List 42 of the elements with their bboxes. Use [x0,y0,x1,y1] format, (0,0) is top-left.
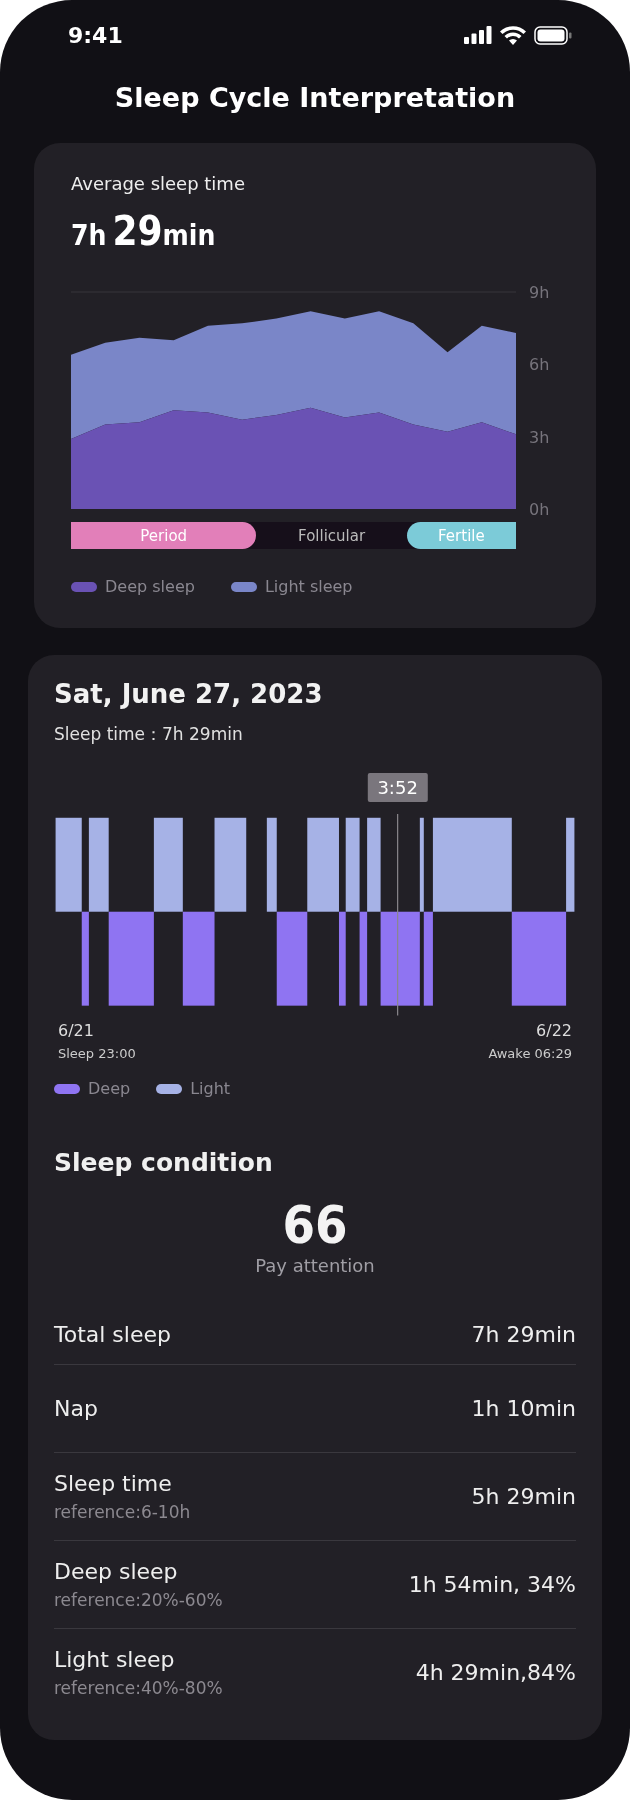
metric-value: 1h 10min [471,1396,576,1421]
section-title: Sleep condition [54,1148,274,1177]
end-date: 6/22 [536,1021,572,1040]
axis-tick-label: 3h [529,427,550,447]
sleep-start-time: Sleep 23:00 [58,1046,136,1061]
signal-icon [464,26,492,44]
cycle-phase: Fertile [406,522,516,549]
wifi-icon [500,25,526,45]
axis-tick-label: 6h [529,355,550,375]
wake-time: Awake 06:29 [488,1046,572,1061]
legend-label: Light [190,1079,231,1098]
average-label: Average sleep time [71,173,246,194]
sleep-time-summary: Sleep time：7h 29min [54,723,244,746]
axis-tick-label: 0h [529,500,550,519]
average-minutes: 29 [112,208,163,254]
metric-label: Nap [54,1396,98,1421]
average-hours: 7h [71,219,107,252]
time-tooltip: 3:52 [367,773,428,802]
date-title: Sat, June 27, 2023 [54,679,324,709]
metric-value: 5h 29min [471,1484,576,1509]
metric-label: Deep sleep [54,1559,179,1584]
reference-range: reference:20%-60% [54,1590,223,1610]
battery-icon [534,25,572,45]
cycle-phase: Period [71,522,257,549]
metric-label: Total sleep [54,1321,171,1347]
metric-value: 7h 29min [471,1321,576,1347]
metric-label: Light sleep [54,1647,176,1672]
sleep-score: 66 [281,1195,349,1255]
metric-value: 4h 29min,84% [415,1660,576,1685]
metric-value: 1h 54min, 34% [408,1572,576,1597]
legend-label: Deep sleep [105,577,195,596]
score-label: Pay attention [254,1255,376,1276]
reference-range: reference:40%-80% [54,1678,223,1698]
status-time: 9:41 [68,22,123,48]
reference-range: reference:6-10h [54,1502,191,1522]
metric-label: Sleep time [54,1471,173,1496]
axis-tick-label: 9h [529,283,550,302]
minutes-unit: min [162,219,216,252]
legend-label: Light sleep [264,577,353,596]
page-title: Sleep Cycle Interpretation [113,82,517,113]
start-date: 6/21 [58,1021,94,1040]
legend-label: Deep [88,1079,131,1098]
